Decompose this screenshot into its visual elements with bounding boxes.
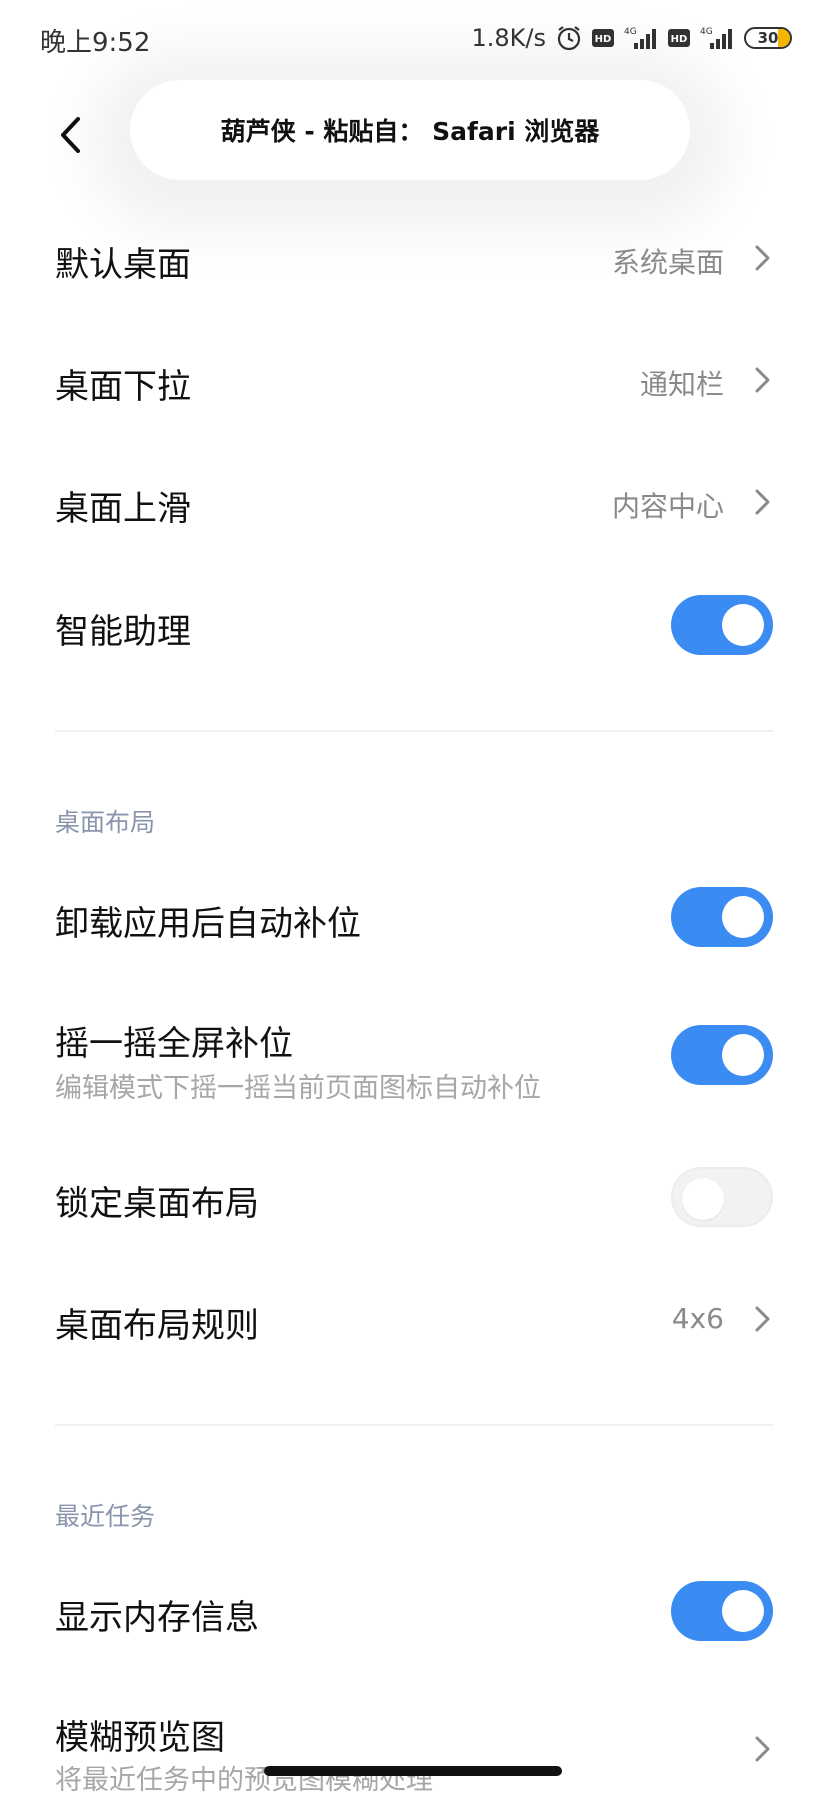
row-title: 桌面布局规则 (55, 1306, 259, 1346)
battery-level: 30 (757, 29, 779, 47)
svg-text:HD: HD (595, 34, 612, 45)
toggle-knob (722, 604, 764, 646)
row-subtitle: 编辑模式下摇一摇当前页面图标自动补位 (55, 1073, 541, 1104)
shake-fill-toggle[interactable] (671, 1025, 773, 1085)
chevron-right-icon (755, 245, 770, 271)
row-title: 桌面上滑 (55, 489, 191, 529)
toggle-knob (722, 1034, 764, 1076)
row-title: 锁定桌面布局 (55, 1184, 259, 1224)
setting-row-shake-fill: 摇一摇全屏补位 编辑模式下摇一摇当前页面图标自动补位 (0, 998, 828, 1128)
row-value: 4x6 (671, 1302, 724, 1335)
chevron-right-icon (755, 1306, 770, 1332)
row-title: 卸载应用后自动补位 (55, 904, 361, 944)
home-indicator[interactable] (264, 1766, 562, 1776)
chevron-right-icon (755, 489, 770, 515)
chevron-right-icon (755, 367, 770, 393)
section-header-recents: 最近任务 (55, 1502, 156, 1531)
svg-text:HD: HD (671, 34, 688, 45)
status-icons: 1.8K/s HD 4G HD 4G 30 (471, 20, 792, 56)
battery-icon: 30 (744, 27, 792, 49)
row-subtitle: 将最近任务中的预览图模糊处理 (55, 1765, 433, 1796)
clipboard-toast: 葫芦侠 - 粘贴自： Safari 浏览器 (130, 80, 690, 180)
section-header-layout: 桌面布局 (55, 808, 156, 837)
setting-row-blur-preview[interactable]: 模糊预览图 将最近任务中的预览图模糊处理 (0, 1692, 828, 1796)
status-time: 晚上9:52 (40, 28, 151, 58)
row-value: 内容中心 (611, 490, 724, 523)
network-speed: 1.8K/s (471, 24, 547, 52)
toggle-knob (722, 1590, 764, 1632)
memory-info-toggle[interactable] (671, 1581, 773, 1641)
row-title: 默认桌面 (55, 245, 191, 285)
svg-text:4G: 4G (700, 27, 713, 37)
row-value: 系统桌面 (611, 246, 724, 279)
back-arrow-icon (61, 117, 80, 153)
toggle-knob (722, 896, 764, 938)
svg-text:4G: 4G (624, 27, 637, 37)
toast-text: 葫芦侠 - 粘贴自： Safari 浏览器 (220, 117, 600, 146)
setting-row-auto-fill: 卸载应用后自动补位 (0, 862, 828, 972)
row-title: 模糊预览图 (55, 1718, 225, 1758)
setting-row-layout-rule[interactable]: 桌面布局规则 4x6 (0, 1264, 828, 1374)
back-button[interactable] (50, 110, 90, 160)
status-bar: 晚上9:52 1.8K/s HD 4G HD 4G 30 (0, 0, 828, 80)
alarm-icon (556, 25, 582, 51)
row-title: 显示内存信息 (55, 1598, 259, 1638)
hd-icon: HD (592, 28, 614, 48)
row-value: 通知栏 (639, 368, 724, 401)
row-title: 桌面下拉 (55, 367, 191, 407)
setting-row-swipe-down[interactable]: 桌面下拉 通知栏 (0, 325, 828, 435)
signal-4g-icon: 4G (624, 25, 658, 51)
setting-row-default-launcher[interactable]: 默认桌面 系统桌面 (0, 203, 828, 313)
auto-fill-toggle[interactable] (671, 887, 773, 947)
divider (55, 1424, 773, 1426)
row-title: 摇一摇全屏补位 (55, 1024, 293, 1064)
setting-row-smart-assistant: 智能助理 (0, 570, 828, 680)
hd-icon-2: HD (668, 28, 690, 48)
setting-row-memory-info: 显示内存信息 (0, 1556, 828, 1666)
row-title: 智能助理 (55, 612, 191, 652)
divider (55, 730, 773, 732)
signal-4g-icon-2: 4G (700, 25, 734, 51)
lock-layout-toggle[interactable] (671, 1167, 773, 1227)
chevron-right-icon (755, 1736, 770, 1762)
setting-row-lock-layout: 锁定桌面布局 (0, 1142, 828, 1252)
setting-row-swipe-up[interactable]: 桌面上滑 内容中心 (0, 447, 828, 557)
toggle-knob (682, 1178, 724, 1220)
smart-assistant-toggle[interactable] (671, 595, 773, 655)
